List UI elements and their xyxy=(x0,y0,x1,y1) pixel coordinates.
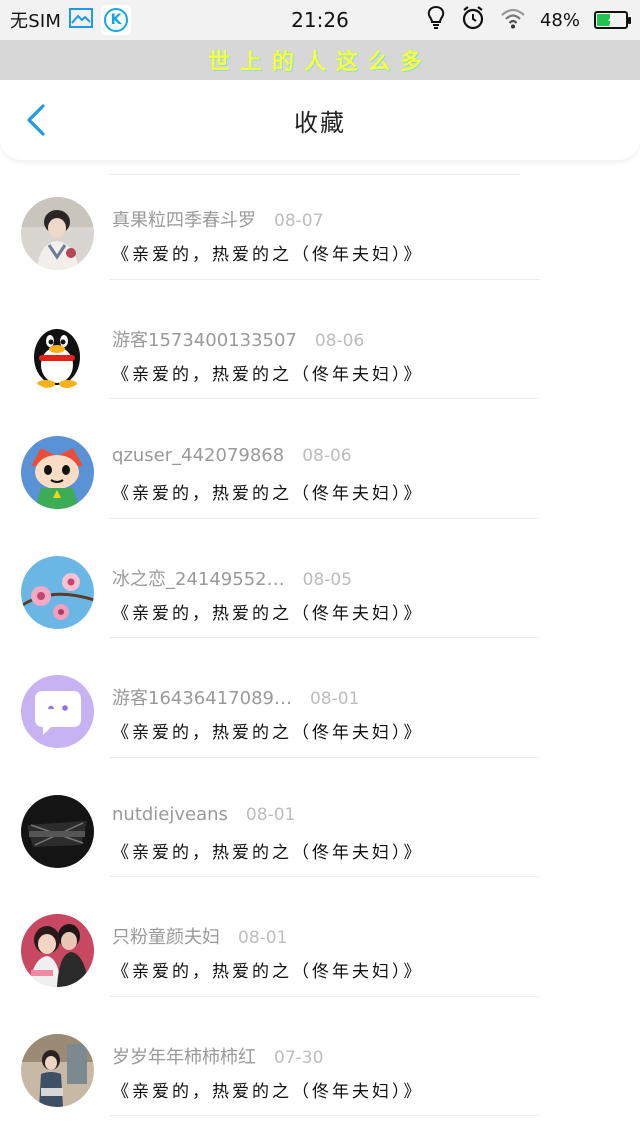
favorite-title[interactable]: 《亲爱的，热爱的之（佟年夫妇）》 xyxy=(112,1077,424,1102)
username[interactable]: 只粉童颜夫妇 xyxy=(112,923,220,949)
username[interactable]: nutdiejveans xyxy=(112,804,228,825)
list-item[interactable]: 游客16436417089… 08-01 《亲爱的，热爱的之（佟年夫妇）》 xyxy=(0,638,640,758)
avatar[interactable] xyxy=(21,1033,94,1107)
gallery-icon xyxy=(69,7,94,33)
username[interactable]: 冰之恋_24149552… xyxy=(112,565,285,591)
back-button[interactable] xyxy=(16,100,56,140)
avatar[interactable] xyxy=(21,316,94,390)
battery-icon xyxy=(594,11,631,29)
username[interactable]: 游客16436417089… xyxy=(112,684,292,710)
favorite-title[interactable]: 《亲爱的，热爱的之（佟年夫妇）》 xyxy=(112,957,424,982)
favorite-title[interactable]: 《亲爱的，热爱的之（佟年夫妇）》 xyxy=(112,240,424,265)
list-item[interactable]: 只粉童颜夫妇 08-01 《亲爱的，热爱的之（佟年夫妇）》 xyxy=(0,877,640,997)
avatar[interactable] xyxy=(21,555,94,629)
avatar[interactable] xyxy=(21,794,94,868)
date: 08-01 xyxy=(309,689,360,709)
favorites-list: 真果粒四季春斗罗 08-07 《亲爱的，热爱的之（佟年夫妇）》 游客157340… xyxy=(0,160,640,1116)
username[interactable]: qzuser_442079868 xyxy=(112,445,284,466)
favorite-title[interactable]: 《亲爱的，热爱的之（佟年夫妇）》 xyxy=(112,360,424,385)
username[interactable]: 游客1573400133507 xyxy=(112,326,297,352)
list-item[interactable]: 岁岁年年柿柿柿红 07-30 《亲爱的，热爱的之（佟年夫妇）》 xyxy=(0,997,640,1116)
alarm-icon xyxy=(460,5,486,36)
nav-header: 收藏 xyxy=(0,80,640,160)
avatar[interactable] xyxy=(21,675,94,748)
username[interactable]: 岁岁年年柿柿柿红 xyxy=(112,1043,256,1069)
chevron-left-icon xyxy=(27,104,45,136)
list-item[interactable]: 游客1573400133507 08-06 《亲爱的，热爱的之（佟年夫妇）》 xyxy=(0,280,640,399)
date: 08-01 xyxy=(245,804,296,825)
favorite-title[interactable]: 《亲爱的，热爱的之（佟年夫妇）》 xyxy=(112,479,424,504)
divider xyxy=(110,1115,540,1116)
battery-percent: 48% xyxy=(539,9,580,31)
wifi-icon xyxy=(500,7,526,34)
favorite-title[interactable]: 《亲爱的，热爱的之（佟年夫妇）》 xyxy=(112,718,424,743)
list-item[interactable]: nutdiejveans 08-01 《亲爱的，热爱的之（佟年夫妇）》 xyxy=(0,758,640,877)
list-item[interactable]: 冰之恋_24149552… 08-05 《亲爱的，热爱的之（佟年夫妇）》 xyxy=(0,519,640,638)
favorite-title[interactable]: 《亲爱的，热爱的之（佟年夫妇）》 xyxy=(112,838,424,863)
status-bar: 无SIM K 21:26 48% xyxy=(0,0,640,40)
favorite-title[interactable]: 《亲爱的，热爱的之（佟年夫妇）》 xyxy=(112,599,424,624)
bulb-icon xyxy=(426,5,446,36)
date: 08-06 xyxy=(314,330,365,351)
date: 08-07 xyxy=(274,211,324,231)
avatar[interactable] xyxy=(21,197,94,270)
page-title: 收藏 xyxy=(294,108,346,137)
date: 08-01 xyxy=(238,928,288,948)
k-app-icon: K xyxy=(101,5,132,35)
avatar[interactable] xyxy=(21,914,94,987)
date: 07-30 xyxy=(274,1047,324,1068)
banner-text: 世上的人这么多 xyxy=(207,50,432,75)
sim-status: 无SIM xyxy=(10,11,62,32)
marquee-banner: 世上的人这么多 xyxy=(0,40,640,80)
clock: 21:26 xyxy=(291,8,349,32)
list-item[interactable]: 真果粒四季春斗罗 08-07 《亲爱的，热爱的之（佟年夫妇）》 xyxy=(0,160,640,280)
list-item[interactable]: qzuser_442079868 08-06 《亲爱的，热爱的之（佟年夫妇）》 xyxy=(0,399,640,519)
avatar[interactable] xyxy=(21,436,94,509)
date: 08-06 xyxy=(302,446,352,466)
date: 08-05 xyxy=(302,569,353,590)
username[interactable]: 真果粒四季春斗罗 xyxy=(112,206,256,232)
